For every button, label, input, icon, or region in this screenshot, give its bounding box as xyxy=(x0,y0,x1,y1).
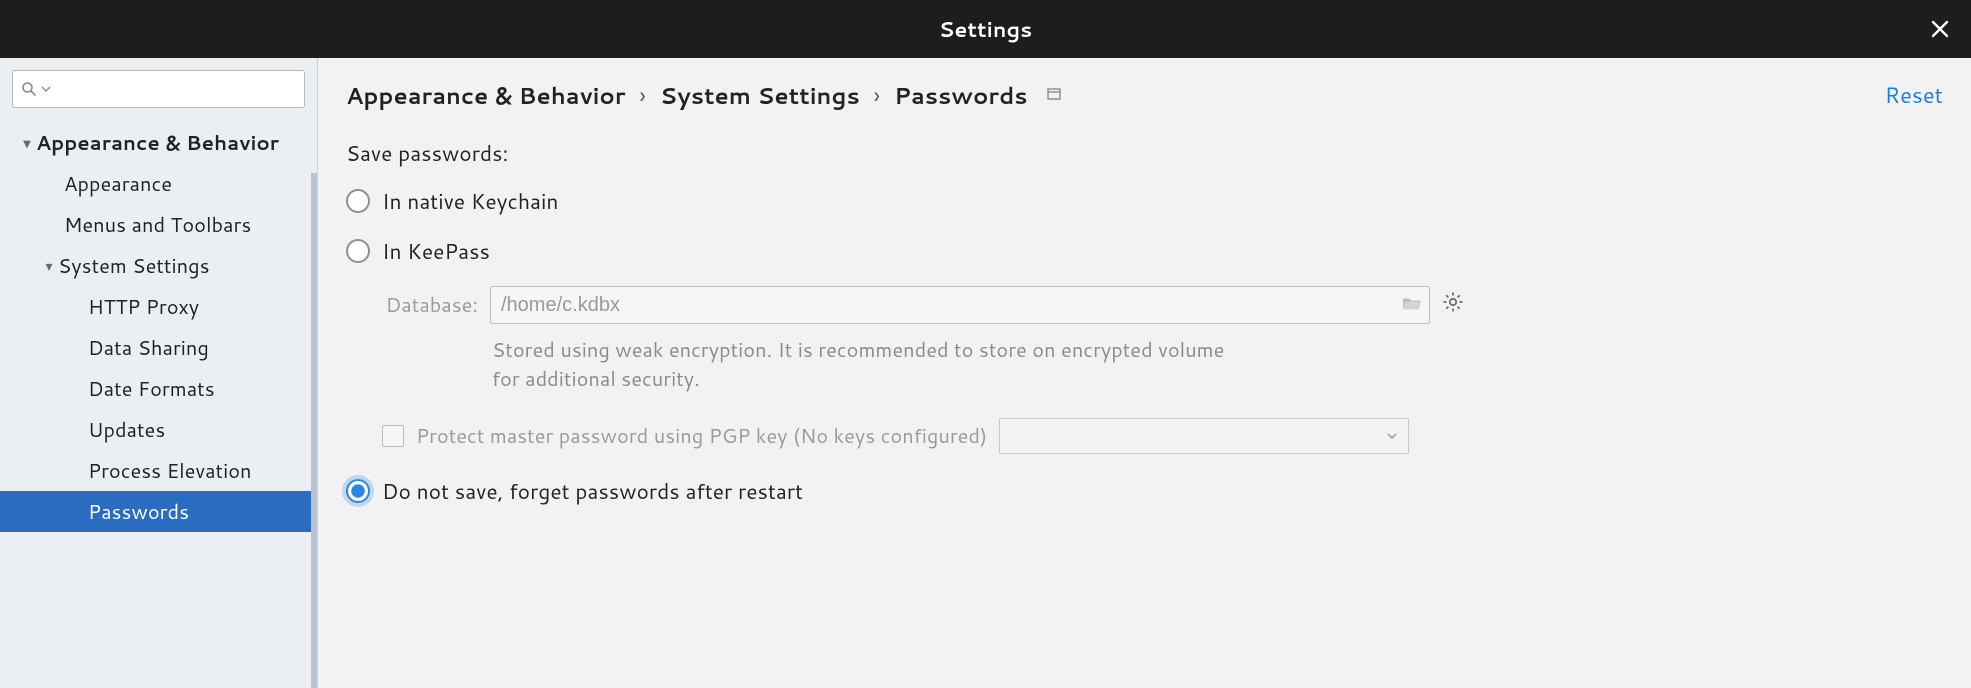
scrollbar[interactable] xyxy=(311,173,317,688)
titlebar: Settings xyxy=(0,0,1971,58)
radio-native-keychain[interactable]: In native Keychain xyxy=(346,186,1943,216)
chevron-right-icon: › xyxy=(640,80,646,112)
tree-label: HTTP Proxy xyxy=(88,293,199,321)
settings-sidebar: ▾ Appearance & Behavior Appearance Menus… xyxy=(0,58,318,688)
protect-pgp-label: Protect master password using PGP key (N… xyxy=(416,422,987,450)
breadcrumb-item: Passwords xyxy=(894,80,1027,112)
gear-icon[interactable] xyxy=(1442,291,1464,320)
tree-item-data-sharing[interactable]: Data Sharing xyxy=(0,327,317,368)
chevron-down-icon: ▾ xyxy=(18,133,36,153)
folder-open-icon xyxy=(1402,292,1422,319)
tree-label: Appearance xyxy=(64,170,172,198)
tree-item-system-settings[interactable]: ▾ System Settings xyxy=(0,245,317,286)
tree-item-appearance[interactable]: Appearance xyxy=(0,163,317,204)
radio-icon[interactable] xyxy=(346,189,370,213)
tree-item-date-formats[interactable]: Date Formats xyxy=(0,368,317,409)
tree-label: Data Sharing xyxy=(88,334,209,362)
chevron-down-icon: ▾ xyxy=(40,256,58,276)
section-label: Save passwords: xyxy=(346,138,1943,168)
tree-item-menus-toolbars[interactable]: Menus and Toolbars xyxy=(0,204,317,245)
tree-label: Date Formats xyxy=(88,375,215,403)
tree-label: Updates xyxy=(88,416,165,444)
chevron-right-icon: › xyxy=(874,80,880,112)
tree-label: Appearance & Behavior xyxy=(36,129,279,157)
settings-main-panel: Appearance & Behavior › System Settings … xyxy=(318,58,1971,688)
tree-item-appearance-behavior[interactable]: ▾ Appearance & Behavior xyxy=(0,122,317,163)
protect-pgp-checkbox xyxy=(382,425,404,447)
radio-label: In native Keychain xyxy=(382,186,558,216)
radio-label: Do not save, forget passwords after rest… xyxy=(382,476,803,506)
breadcrumb-item[interactable]: System Settings xyxy=(660,80,860,112)
chevron-down-icon[interactable] xyxy=(41,84,51,94)
tree-label: Menus and Toolbars xyxy=(64,211,251,239)
database-path-input xyxy=(490,286,1430,324)
search-icon xyxy=(21,81,37,97)
close-icon[interactable] xyxy=(1923,12,1957,46)
window-title: Settings xyxy=(939,14,1033,44)
radio-label: In KeePass xyxy=(382,236,490,266)
radio-icon[interactable] xyxy=(346,239,370,263)
window-icon[interactable] xyxy=(1046,85,1062,108)
radio-icon[interactable] xyxy=(346,479,370,503)
tree-label: System Settings xyxy=(58,252,210,280)
tree-item-updates[interactable]: Updates xyxy=(0,409,317,450)
database-label: Database: xyxy=(382,291,478,319)
chevron-down-icon xyxy=(1386,430,1398,442)
pgp-key-dropdown xyxy=(999,418,1409,454)
breadcrumb-item[interactable]: Appearance & Behavior xyxy=(346,80,626,112)
reset-button[interactable]: Reset xyxy=(1885,80,1943,111)
radio-keepass[interactable]: In KeePass xyxy=(346,236,1943,266)
settings-tree: ▾ Appearance & Behavior Appearance Menus… xyxy=(0,120,317,532)
tree-item-process-elevation[interactable]: Process Elevation xyxy=(0,450,317,491)
tree-item-passwords[interactable]: Passwords xyxy=(0,491,317,532)
tree-label: Process Elevation xyxy=(88,457,252,485)
search-input[interactable] xyxy=(12,70,305,108)
tree-label: Passwords xyxy=(88,498,189,526)
tree-item-http-proxy[interactable]: HTTP Proxy xyxy=(0,286,317,327)
breadcrumb: Appearance & Behavior › System Settings … xyxy=(346,80,1943,112)
radio-do-not-save[interactable]: Do not save, forget passwords after rest… xyxy=(346,476,1943,506)
search-field[interactable] xyxy=(55,79,296,100)
encryption-hint: Stored using weak encryption. It is reco… xyxy=(492,336,1252,394)
